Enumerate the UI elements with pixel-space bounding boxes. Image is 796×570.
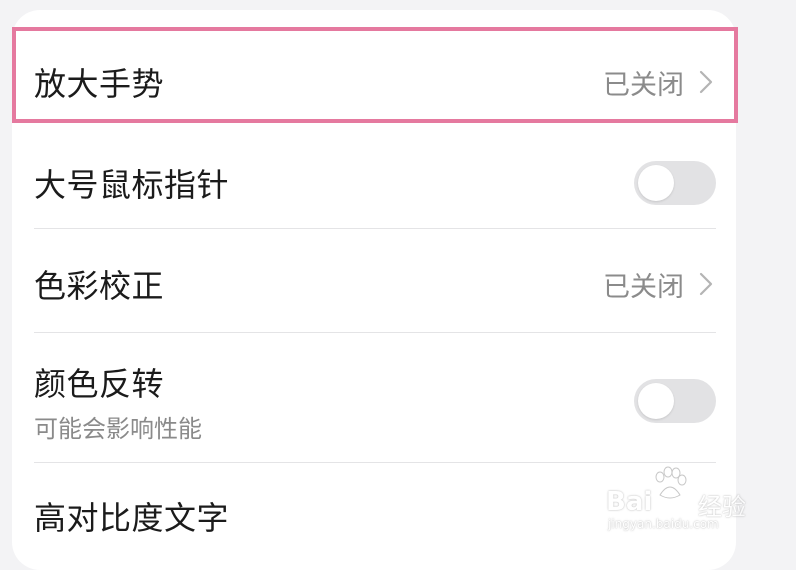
toggle-knob (638, 165, 674, 201)
watermark-url: jingyan.baidu.com (608, 517, 719, 531)
row-title: 放大手势 (34, 65, 165, 103)
magnification-gesture-row[interactable]: 放大手势 已关闭 (34, 36, 716, 128)
baidu-paw-icon (655, 466, 687, 499)
row-title: 大号鼠标指针 (34, 166, 230, 204)
watermark-brand: Bai (606, 487, 653, 517)
row-subtitle: 可能会影响性能 (34, 414, 202, 443)
row-title: 颜色反转 (34, 364, 165, 403)
row-right: 已关闭 (603, 265, 716, 304)
divider (34, 462, 716, 463)
color-inversion-toggle[interactable] (634, 379, 716, 423)
large-mouse-pointer-row: 大号鼠标指针 (34, 138, 716, 228)
row-title: 高对比度文字 (34, 499, 230, 537)
toggle-knob (638, 383, 674, 419)
row-right: 已关闭 (603, 63, 716, 102)
chevron-right-icon (699, 70, 713, 94)
status-value: 已关闭 (603, 271, 684, 303)
baidu-watermark: Bai 经验 jingyan.baidu.com (606, 466, 756, 531)
row-title: 色彩校正 (34, 267, 165, 305)
chevron-right-icon (699, 272, 713, 296)
row-text: 颜色反转 可能会影响性能 (34, 359, 202, 444)
color-correction-row[interactable]: 色彩校正 已关闭 (34, 238, 716, 330)
color-inversion-row: 颜色反转 可能会影响性能 (34, 342, 716, 460)
status-value: 已关闭 (603, 69, 684, 101)
large-pointer-toggle[interactable] (634, 161, 716, 205)
divider (34, 228, 716, 229)
divider (34, 332, 716, 333)
